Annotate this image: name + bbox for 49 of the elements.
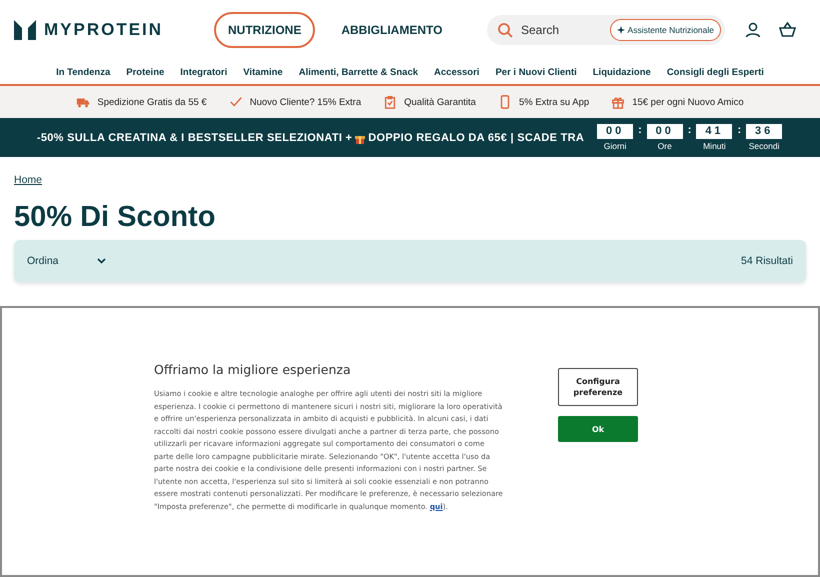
nav-link[interactable]: Accessori — [434, 66, 480, 78]
search-field[interactable]: Search Assistente Nutrizionale — [487, 15, 725, 45]
category-tab[interactable]: NUTRIZIONE — [214, 12, 316, 48]
nav-link[interactable]: Integratori — [180, 66, 228, 78]
countdown-value: 36 — [746, 124, 782, 139]
gift-icon — [611, 95, 626, 109]
check-icon — [228, 95, 243, 109]
nav-link[interactable]: Per i Nuovi Clienti — [495, 66, 577, 78]
colon-separator: : — [638, 124, 642, 136]
account-button[interactable] — [745, 22, 761, 38]
countdown-unit: Minuti — [703, 141, 726, 151]
brand-logo[interactable]: MYPROTEIN — [44, 20, 164, 40]
countdown-value: 41 — [696, 124, 732, 139]
search-icon — [497, 22, 513, 38]
perk-text: 5% Extra su App — [518, 96, 590, 108]
perk-text: Nuovo Cliente? 15% Extra — [250, 96, 362, 108]
perk-text: Spedizione Gratis da 55 € — [97, 96, 207, 108]
nav-link[interactable]: Vitamine — [243, 66, 283, 78]
preferences-button[interactable]: Configura preferenze — [558, 368, 638, 406]
promo-text: -50% SULLA CREATINA & I BESTSELLER SELEZIONATI + — [36, 132, 352, 144]
assistant-button[interactable]: Assistente Nutrizionale — [610, 19, 721, 41]
logo-icon — [14, 20, 36, 40]
nav-link[interactable]: Proteine — [126, 66, 164, 78]
sparkle-icon — [616, 26, 625, 34]
accept-button[interactable]: Ok — [558, 416, 638, 442]
promo-text: DOPPIO REGALO DA 65€ | SCADE TRA — [368, 132, 584, 144]
countdown-unit: Secondi — [748, 141, 780, 151]
countdown-value: 00 — [646, 124, 683, 139]
countdown-value: 00 — [597, 124, 634, 139]
basket-button[interactable] — [779, 22, 796, 38]
perk-text: Qualità Garantita — [404, 96, 476, 108]
cookie-title: Offriamo la migliore esperienza — [154, 362, 352, 377]
page-title: 50% Di Sconto — [14, 201, 216, 234]
perk-text: 15€ per ogni Nuovo Amico — [632, 96, 744, 108]
breadcrumb-link[interactable]: Home — [14, 174, 42, 186]
colon-separator: : — [737, 124, 742, 136]
countdown-unit: Ore — [658, 141, 672, 151]
person-icon — [745, 22, 761, 38]
nav-link[interactable]: Liquidazione — [592, 66, 651, 78]
colon-separator: : — [688, 124, 692, 136]
results-count: 54 Risultati — [741, 255, 793, 267]
chevron-icon — [96, 258, 106, 264]
basket-icon — [779, 22, 796, 38]
nav-link[interactable]: Alimenti, Barrette & Snack — [298, 66, 418, 78]
sort-dropdown[interactable]: Ordina — [27, 255, 106, 267]
clipboard-icon — [383, 95, 398, 109]
nav-link[interactable]: Consigli degli Esperti — [666, 66, 764, 78]
countdown-unit: Giorni — [604, 141, 626, 151]
nav-link[interactable]: In Tendenza — [56, 66, 110, 78]
